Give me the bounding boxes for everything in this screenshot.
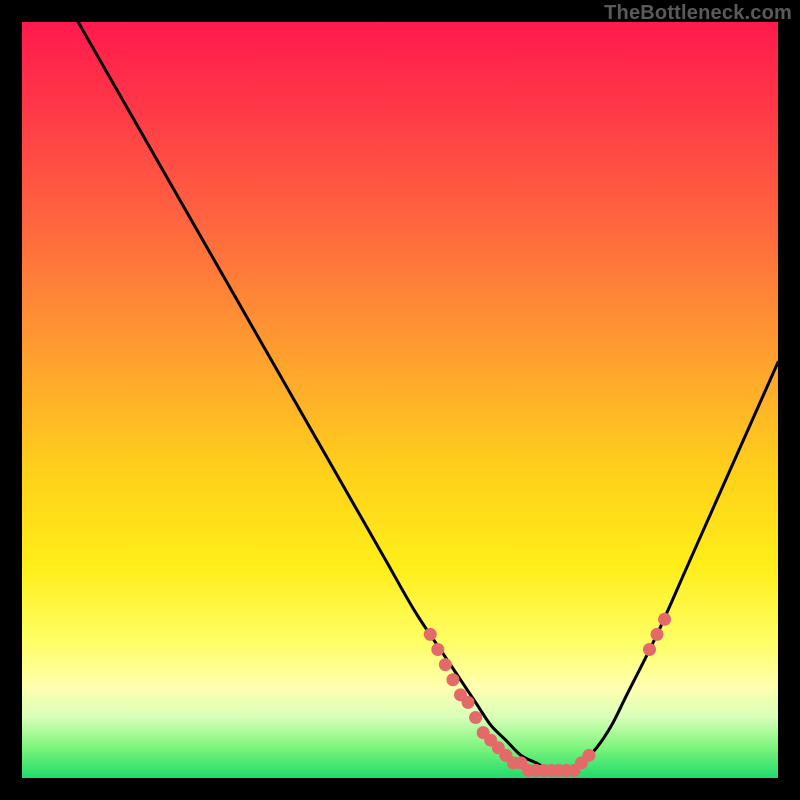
- highlight-dot: [431, 643, 444, 656]
- chart-frame: TheBottleneck.com: [0, 0, 800, 800]
- watermark-text: TheBottleneck.com: [604, 2, 792, 25]
- curve-layer: [22, 22, 778, 778]
- highlight-dot: [658, 613, 671, 626]
- highlight-dots: [424, 613, 671, 777]
- highlight-dot: [439, 658, 452, 671]
- highlight-dot: [462, 696, 475, 709]
- plot-area: [22, 22, 778, 778]
- highlight-dot: [446, 673, 459, 686]
- highlight-dot: [424, 628, 437, 641]
- highlight-dot: [583, 749, 596, 762]
- bottleneck-curve: [22, 22, 778, 771]
- highlight-dot: [643, 643, 656, 656]
- highlight-dot: [469, 711, 482, 724]
- highlight-dot: [651, 628, 664, 641]
